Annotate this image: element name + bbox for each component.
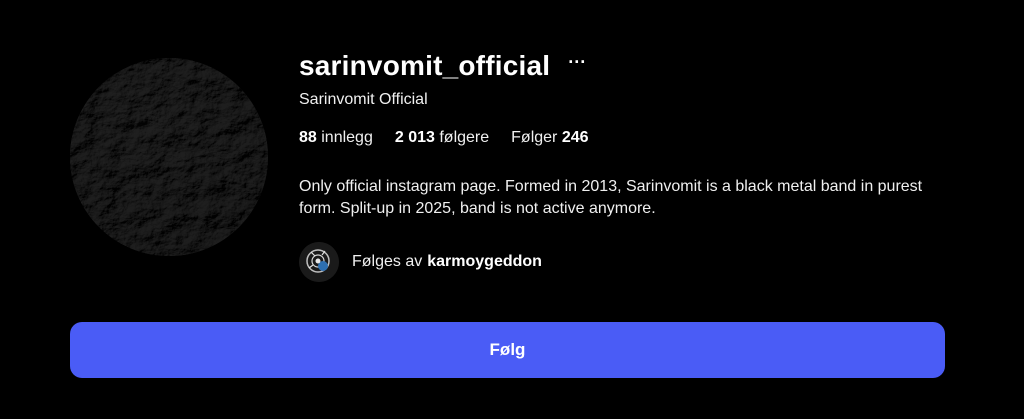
following-stat[interactable]: Følger 246 [511,129,588,147]
profile-bio: Only official instagram page. Formed in … [299,178,923,217]
karmoygeddon-avatar-icon [299,242,339,282]
profile-stats: 88 innlegg 2 013 følgere Følger 246 [299,129,979,147]
followers-label: følgere [439,129,490,146]
following-count: 246 [561,129,589,146]
followers-count: 2 013 [394,129,435,146]
title-row: sarinvomit_official ··· [299,44,979,88]
followed-by-account: karmoygeddon [427,253,542,270]
more-options-icon[interactable]: ··· [564,53,590,79]
rock-texture-icon [70,58,268,256]
followed-by[interactable]: Følges av karmoygeddon [299,242,979,282]
profile-header: sarinvomit_official ··· Sarinvomit Offic… [0,0,1024,419]
full-name: Sarinvomit Official [299,91,428,108]
follow-button[interactable]: Følg [70,322,945,378]
followed-by-prefix: Følges av [352,253,423,270]
username: sarinvomit_official [299,50,551,81]
profile-avatar[interactable] [70,58,268,256]
posts-count: 88 [299,129,317,146]
followers-stat[interactable]: 2 013 følgere [395,129,489,147]
profile-info: sarinvomit_official ··· Sarinvomit Offic… [299,44,979,282]
posts-label: innlegg [321,129,373,146]
following-label: Følger [511,129,558,146]
posts-stat[interactable]: 88 innlegg [299,129,373,147]
